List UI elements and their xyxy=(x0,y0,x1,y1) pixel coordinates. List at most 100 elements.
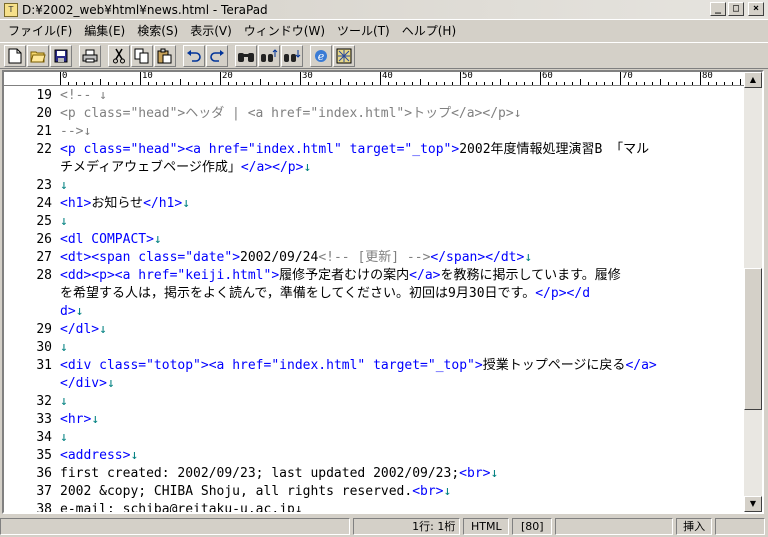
menu-tools[interactable]: ツール(T) xyxy=(331,22,396,39)
code-line: <!-- ↓ xyxy=(60,87,744,105)
scrollbar-thumb[interactable] xyxy=(744,268,762,410)
code-line: </dl>↓ xyxy=(60,321,744,339)
menu-file[interactable]: ファイル(F) xyxy=(2,22,78,39)
code-token: </span></dt> xyxy=(430,250,525,265)
menu-view[interactable]: 表示(V) xyxy=(184,22,238,39)
code-token: target= xyxy=(341,142,405,157)
status-insert-mode: 挿入 xyxy=(676,518,713,535)
code-line: ↓ xyxy=(60,393,744,411)
ruler-tick xyxy=(332,82,333,85)
code-token: ↓ xyxy=(130,448,139,463)
save-icon[interactable] xyxy=(50,44,72,67)
ruler-tick xyxy=(404,82,405,85)
code-line: e-mail: schiba@reitaku-u.ac.jp↓ xyxy=(60,501,744,512)
ruler-tick xyxy=(716,82,717,85)
code-token: > xyxy=(271,268,280,283)
status-blank xyxy=(0,518,350,535)
ruler-tick xyxy=(196,82,197,85)
ruler-tick xyxy=(276,82,277,85)
code-token: </a></p> xyxy=(240,160,304,175)
code-token: d> xyxy=(60,304,76,319)
code-token: チメディアウェブページ作成」 xyxy=(60,160,241,175)
code-token: <br> xyxy=(459,466,491,481)
ruler-tick xyxy=(364,82,365,85)
line-number: 34 xyxy=(36,430,52,445)
code-line: <address>↓ xyxy=(60,447,744,465)
code-token: </dl> xyxy=(60,322,100,337)
code-token: ↓ xyxy=(524,250,533,265)
ruler-tick xyxy=(460,72,461,85)
open-folder-icon[interactable] xyxy=(27,44,49,67)
window-title: D:¥2002_web¥html¥news.html - TeraPad xyxy=(22,2,268,17)
close-button[interactable]: × xyxy=(748,2,764,16)
status-blank-3 xyxy=(715,518,765,535)
browser-icon[interactable]: e xyxy=(310,44,332,67)
line-number xyxy=(4,375,56,393)
ruler-tick xyxy=(244,82,245,85)
ruler-tick xyxy=(116,82,117,85)
code-token: <dd><p><a href= xyxy=(60,268,178,283)
ruler-tick xyxy=(700,72,701,85)
code-token: first created: 2002/09/23; last updated … xyxy=(60,466,460,481)
ruler-tick xyxy=(396,82,397,85)
code-token: "keiji.html" xyxy=(177,268,272,283)
ruler-tick xyxy=(212,82,213,85)
line-number: 24 xyxy=(36,196,52,211)
terapad-icon[interactable]: T xyxy=(4,2,18,17)
ruler-tick xyxy=(692,82,693,85)
code-token: <h1> xyxy=(60,196,92,211)
line-number: 32 xyxy=(36,394,52,409)
code-line: <dt><span class="date">2002/09/24<!-- [更… xyxy=(60,249,744,267)
undo-icon[interactable] xyxy=(183,44,205,67)
ruler-tick xyxy=(348,82,349,85)
line-number: 25 xyxy=(36,214,52,229)
menu-search[interactable]: 検索(S) xyxy=(131,22,184,39)
menu-edit[interactable]: 編集(E) xyxy=(78,22,131,39)
redo-icon[interactable] xyxy=(206,44,228,67)
minimize-button[interactable]: _ xyxy=(710,2,726,16)
code-line: ↓ xyxy=(60,177,744,195)
code-line: <h1>お知らせ</h1>↓ xyxy=(60,195,744,213)
ruler-label: 80 xyxy=(702,72,713,81)
menu-window[interactable]: ウィンドウ(W) xyxy=(238,22,331,39)
find-prev-icon[interactable] xyxy=(258,44,280,67)
line-number: 21 xyxy=(36,124,52,139)
ruler-tick xyxy=(740,79,741,85)
ruler-tick xyxy=(436,82,437,85)
find-next-icon[interactable] xyxy=(281,44,303,67)
code-token: ↓ xyxy=(99,322,107,337)
ruler-tick xyxy=(124,82,125,85)
paste-icon[interactable] xyxy=(154,44,176,67)
ruler-tick xyxy=(180,79,181,85)
line-number: 23 xyxy=(36,178,52,193)
line-number xyxy=(4,303,56,321)
copy-icon[interactable] xyxy=(131,44,153,67)
new-file-icon[interactable] xyxy=(4,44,26,67)
view-icon[interactable] xyxy=(333,44,355,67)
ruler-tick xyxy=(412,82,413,85)
ruler-tick xyxy=(660,79,661,85)
print-icon[interactable] xyxy=(79,44,101,67)
scroll-up-button[interactable]: ▲ xyxy=(744,72,762,88)
ruler-tick xyxy=(596,82,597,85)
code-line: d>↓ xyxy=(60,303,744,321)
code-token: e-mail: schiba@reitaku-u.ac.jp↓ xyxy=(60,502,303,512)
find-icon[interactable] xyxy=(235,44,257,67)
ruler-tick xyxy=(732,82,733,85)
code-token: -->↓ xyxy=(60,124,92,139)
ruler-tick xyxy=(516,82,517,85)
cut-icon[interactable] xyxy=(108,44,130,67)
ruler-tick xyxy=(636,82,637,85)
scroll-down-button[interactable]: ▼ xyxy=(744,496,762,512)
text-editor-area[interactable]: <!-- ↓ <p class="head">ヘッダ | <a href="ind… xyxy=(60,87,744,512)
line-number: 29 xyxy=(36,322,52,337)
code-token: 2002 &copy; CHIBA Shoju, all rights rese… xyxy=(60,484,413,499)
line-number: 33 xyxy=(36,412,52,427)
ruler-tick xyxy=(292,82,293,85)
vertical-scrollbar[interactable]: ▲ ▼ xyxy=(744,72,762,512)
menu-help[interactable]: ヘルプ(H) xyxy=(396,22,462,39)
status-cursor-position: 1行: 1桁 xyxy=(352,518,461,535)
code-line: -->↓ xyxy=(60,123,744,141)
maximize-button[interactable]: □ xyxy=(728,2,744,16)
code-token: <!-- [更新] --> xyxy=(318,250,431,265)
